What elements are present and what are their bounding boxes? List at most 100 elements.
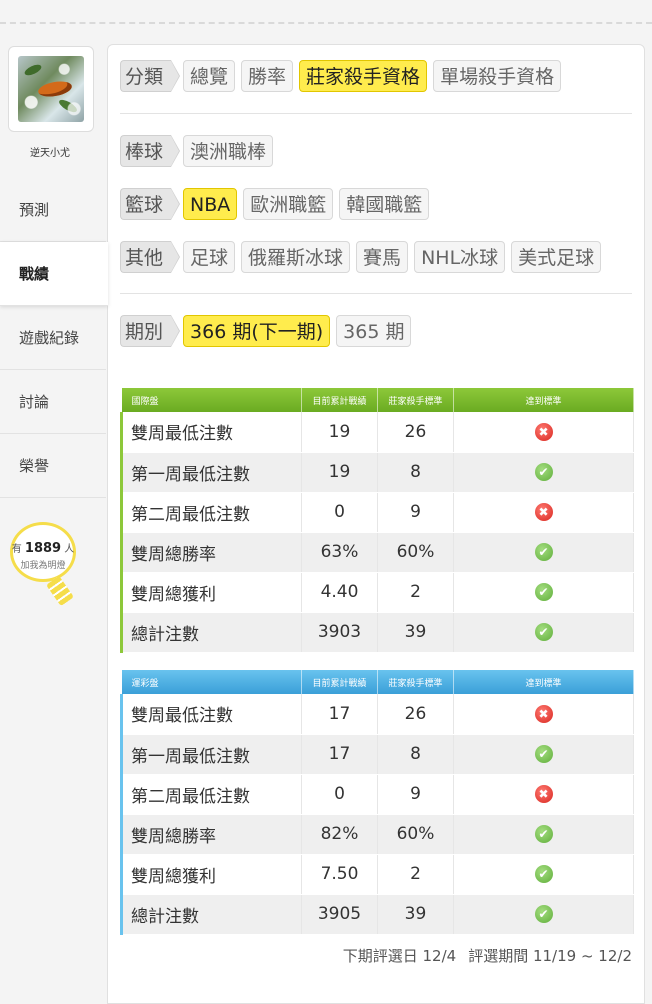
review-info: 下期評選日 12/4 評選期間 11/19 ~ 12/2 [343, 945, 632, 966]
current-value: 3905 [301, 894, 378, 935]
baseball-label: 棒球 [120, 135, 181, 167]
met-status: ✔ [453, 532, 634, 573]
league-australia-baseball[interactable]: 澳洲職棒 [183, 135, 274, 167]
league-korea-basketball[interactable]: 韓國職籃 [339, 188, 430, 220]
sidebar-item-record[interactable]: 戰績 [0, 242, 108, 306]
table-row: 第一周最低注數 19 8 ✔ [120, 452, 634, 493]
league-american-football[interactable]: 美式足球 [511, 241, 602, 273]
table-title: 運彩盤 [121, 670, 302, 694]
standard-value: 39 [377, 894, 454, 935]
username: 逆天小尤 [30, 148, 70, 159]
table-row: 第一周最低注數 17 8 ✔ [120, 734, 634, 775]
basketball-label: 籃球 [120, 188, 181, 220]
league-nba[interactable]: NBA [183, 188, 238, 220]
league-horse-racing[interactable]: 賽馬 [356, 241, 409, 273]
standard-value: 2 [377, 854, 454, 895]
standard-value: 60% [377, 532, 454, 573]
table-row: 第二周最低注數 0 9 ✖ [120, 774, 634, 815]
category-label: 分類 [120, 60, 181, 92]
standard-value: 26 [377, 694, 454, 735]
league-nhl[interactable]: NHL冰球 [414, 241, 506, 273]
current-value: 3903 [301, 612, 378, 653]
category-win-rate[interactable]: 勝率 [241, 60, 294, 92]
table-row: 雙周總獲利 7.50 2 ✔ [120, 854, 634, 895]
table-row: 雙周總勝率 82% 60% ✔ [120, 814, 634, 855]
table-row: 雙周總勝率 63% 60% ✔ [120, 532, 634, 573]
international-table: 國際盤 目前累計戰績 莊家殺手標準 達到標準 雙周最低注數 19 26 ✖ 第一周最低注… [120, 388, 634, 653]
table-row: 雙周最低注數 17 26 ✖ [120, 694, 634, 735]
lightbulb-base [45, 575, 75, 607]
divider [120, 293, 632, 294]
table-title: 國際盤 [121, 388, 302, 412]
current-value: 19 [301, 452, 378, 493]
met-status: ✔ [453, 894, 634, 935]
current-value: 82% [301, 814, 378, 855]
avatar[interactable] [8, 46, 94, 132]
current-value: 17 [301, 694, 378, 735]
standard-value: 26 [377, 412, 454, 453]
met-status: ✔ [453, 854, 634, 895]
criterion-name: 第一周最低注數 [120, 452, 302, 493]
criterion-name: 雙周最低注數 [120, 694, 302, 735]
current-value: 4.40 [301, 572, 378, 613]
other-filter: 其他 足球 俄羅斯冰球 賽馬 NHL冰球 美式足球 [120, 240, 607, 274]
sidebar-item-label: 預測 [19, 201, 50, 219]
criterion-name: 第二周最低注數 [120, 492, 302, 533]
met-status: ✖ [453, 492, 634, 533]
criterion-name: 總計注數 [120, 612, 302, 653]
sidebar-item-honor[interactable]: 榮譽 [0, 434, 106, 498]
period-365[interactable]: 365 期 [336, 315, 412, 347]
avatar-image [18, 56, 84, 122]
current-value: 19 [301, 412, 378, 453]
category-banker-killer[interactable]: 莊家殺手資格 [299, 60, 428, 92]
met-status: ✖ [453, 694, 634, 735]
current-value: 17 [301, 734, 378, 775]
criterion-name: 第二周最低注數 [120, 774, 302, 815]
standard-value: 9 [377, 492, 454, 533]
met-status: ✔ [453, 814, 634, 855]
sidebar-item-predict[interactable]: 預測 [0, 178, 106, 242]
profile-sidebar: 逆天小尤 預測 戰績 遊戲紀錄 討論 榮譽 有 1889 人 加我為明燈 [0, 30, 108, 1000]
check-circle-icon: ✔ [534, 623, 553, 641]
category-single-killer[interactable]: 單場殺手資格 [433, 60, 562, 92]
sidebar-item-label: 討論 [19, 393, 50, 411]
league-euro-basketball[interactable]: 歐洲職籃 [243, 188, 334, 220]
league-russia-hockey[interactable]: 俄羅斯冰球 [241, 241, 351, 273]
divider [120, 113, 632, 114]
sidebar-item-discussion[interactable]: 討論 [0, 370, 106, 434]
met-status: ✔ [453, 612, 634, 653]
standard-value: 8 [377, 734, 454, 775]
criterion-name: 雙周總獲利 [120, 572, 302, 613]
check-circle-icon: ✔ [534, 543, 553, 561]
fan-count: 有 1889 人 [11, 541, 75, 556]
period-label: 期別 [120, 315, 181, 347]
standard-value: 2 [377, 572, 454, 613]
table-row: 雙周最低注數 19 26 ✖ [120, 412, 634, 453]
period-366[interactable]: 366 期(下一期) [183, 315, 331, 347]
main-panel: 分類 總覽 勝率 莊家殺手資格 單場殺手資格 棒球 澳洲職棒 籃球 NBA 歐洲… [107, 44, 645, 1004]
sidebar-item-game-history[interactable]: 遊戲紀錄 [0, 306, 106, 370]
standard-value: 8 [377, 452, 454, 493]
current-value: 7.50 [301, 854, 378, 895]
basketball-filter: 籃球 NBA 歐洲職籃 韓國職籃 [120, 187, 435, 221]
current-value: 63% [301, 532, 378, 573]
criterion-name: 雙周最低注數 [120, 412, 302, 453]
sports-lottery-table: 運彩盤 目前累計戰績 莊家殺手標準 達到標準 雙周最低注數 17 26 ✖ 第一周最低注… [120, 670, 634, 935]
category-overview[interactable]: 總覽 [183, 60, 236, 92]
header-current: 目前累計戰績 [301, 388, 378, 412]
other-label: 其他 [120, 241, 181, 273]
sidebar-item-label: 戰績 [19, 265, 50, 283]
table-row: 第二周最低注數 0 9 ✖ [120, 492, 634, 533]
check-circle-icon: ✔ [534, 905, 553, 923]
table-header: 運彩盤 目前累計戰績 莊家殺手標準 達到標準 [121, 670, 634, 694]
league-soccer[interactable]: 足球 [183, 241, 236, 273]
met-status: ✔ [453, 452, 634, 493]
header-current: 目前累計戰績 [301, 670, 378, 694]
table-row: 總計注數 3905 39 ✔ [120, 894, 634, 935]
fan-lightbulb[interactable]: 有 1889 人 加我為明燈 [8, 522, 84, 614]
fan-caption: 加我為明燈 [20, 561, 66, 571]
table-row: 雙周總獲利 4.40 2 ✔ [120, 572, 634, 613]
review-period: 評選期間 11/19 ~ 12/2 [468, 947, 632, 965]
table-row: 總計注數 3903 39 ✔ [120, 612, 634, 653]
criterion-name: 雙周總勝率 [120, 532, 302, 573]
